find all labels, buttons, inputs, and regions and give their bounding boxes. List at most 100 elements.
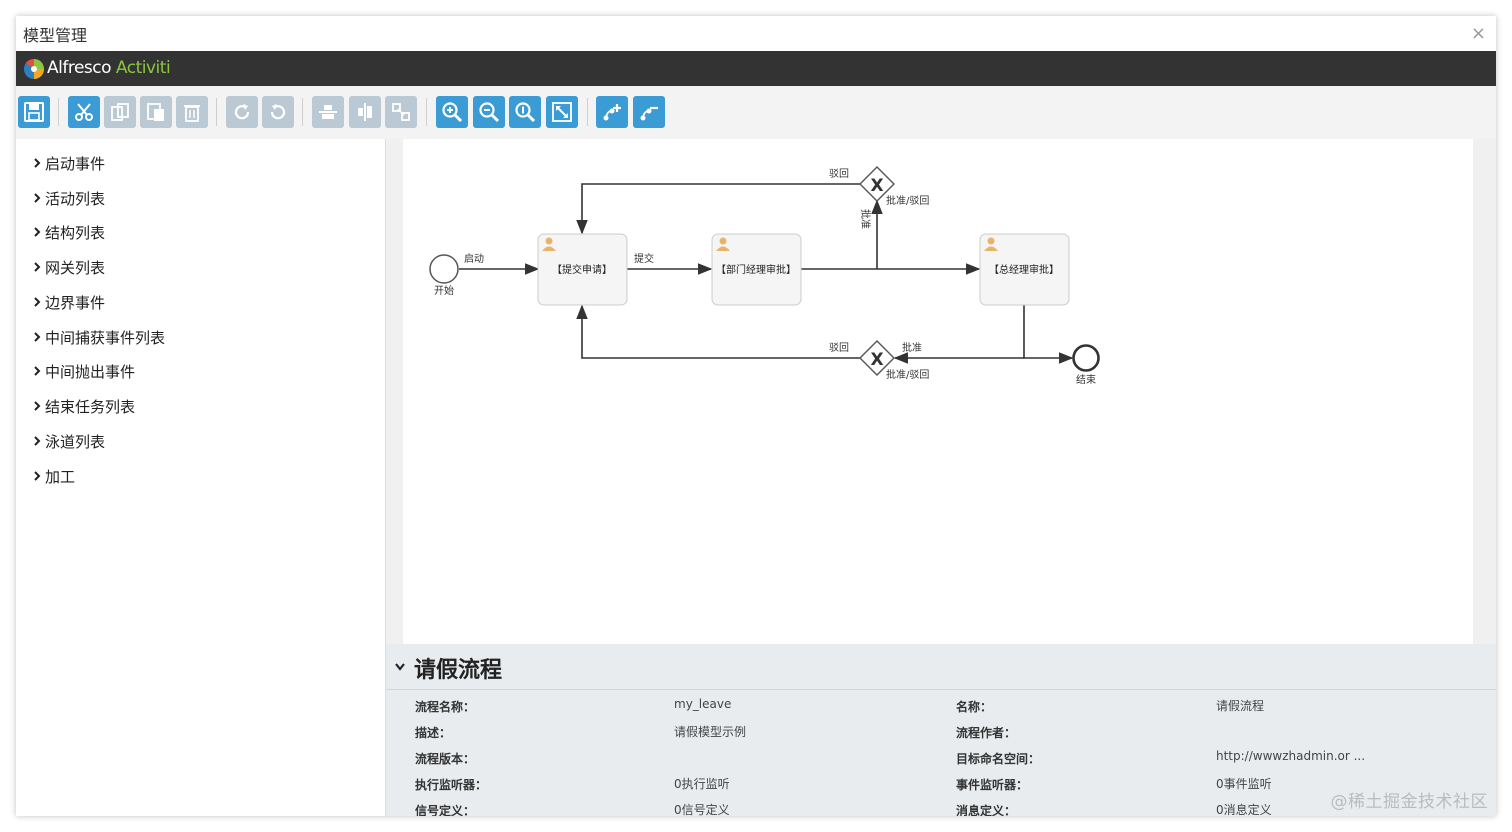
add-bendpoint-button[interactable]: [596, 96, 628, 128]
task-label: 【部门经理审批】: [716, 263, 796, 276]
same-size-button[interactable]: [385, 96, 417, 128]
chevron-right-icon: [34, 436, 41, 446]
zoom-in-button[interactable]: [436, 96, 468, 128]
add-bendpoint-icon: [603, 104, 621, 121]
align-horizontal-button[interactable]: [312, 96, 344, 128]
paste-button[interactable]: [140, 96, 172, 128]
sidebar-item-label: 启动事件: [45, 154, 106, 173]
sidebar-item-label: 结构列表: [45, 223, 106, 242]
sidebar-item-intermediate-throwing[interactable]: 中间抛出事件: [32, 359, 135, 383]
sidebar-item-label: 泳道列表: [45, 432, 106, 451]
chevron-right-icon: [34, 401, 41, 411]
gateway-x-icon: X: [870, 176, 883, 196]
delete-icon: [184, 105, 200, 122]
sidebar-item-label: 边界事件: [45, 293, 106, 312]
property-label: 流程名称：: [415, 700, 476, 714]
sidebar-item-swimlanes[interactable]: 泳道列表: [32, 429, 105, 453]
flow-reject-bottom[interactable]: [576, 304, 860, 359]
zoom-in-icon: [442, 102, 463, 123]
chevron-right-icon: [34, 262, 41, 272]
brand-name-activiti: Activiti: [111, 58, 171, 78]
sidebar-item-label: 中间捕获事件列表: [45, 328, 166, 347]
zoom-fit-button[interactable]: [546, 96, 578, 128]
zoom-out-icon: [479, 102, 500, 123]
properties-header[interactable]: 请假流程: [386, 644, 1496, 690]
window-title: 模型管理: [23, 26, 88, 45]
sidebar-item-start-events[interactable]: 启动事件: [32, 151, 105, 175]
task-submit-application[interactable]: 【提交申请】: [537, 233, 628, 306]
property-value[interactable]: my_leave: [674, 697, 731, 711]
property-value[interactable]: http://wwwzhadmin.or ...: [1216, 749, 1365, 763]
task-general-manager-approval[interactable]: 【总经理审批】: [979, 233, 1070, 306]
sidebar-item-activities[interactable]: 活动列表: [32, 186, 105, 210]
sidebar-item-structural[interactable]: 结构列表: [32, 220, 105, 244]
align-vertical-button[interactable]: [349, 96, 381, 128]
brand-name: Alfresco Activiti: [47, 58, 171, 78]
sidebar-item-label: 中间抛出事件: [45, 362, 136, 381]
sidebar-item-artifacts[interactable]: 加工: [32, 464, 75, 488]
start-event[interactable]: [429, 254, 459, 284]
undo-button[interactable]: [262, 96, 294, 128]
sidebar-item-label: 加工: [45, 467, 76, 486]
delete-button[interactable]: [176, 96, 208, 128]
end-event[interactable]: [1072, 344, 1100, 372]
property-label: 流程作者：: [956, 726, 1017, 740]
flow-label-approve-vertical: 批准: [859, 209, 872, 229]
property-label: 描述：: [415, 726, 452, 740]
gateway-bottom-label: 批准/驳回: [886, 368, 929, 381]
start-event-label: 开始: [434, 284, 454, 297]
property-value[interactable]: 0消息定义: [1216, 801, 1272, 816]
activiti-logo-icon: [24, 59, 44, 79]
chevron-down-icon: [395, 663, 405, 671]
property-value[interactable]: 请假模型示例: [674, 723, 746, 740]
property-label: 目标命名空间：: [956, 752, 1041, 766]
chevron-right-icon: [34, 227, 41, 237]
sidebar-item-label: 网关列表: [45, 258, 106, 277]
sidebar-item-gateways[interactable]: 网关列表: [32, 255, 105, 279]
model-manager-window: 模型管理 × Alfresco Activiti 启动事件 活动列表 结构列表 …: [16, 16, 1496, 816]
property-label: 执行监听器：: [415, 778, 488, 792]
remove-bendpoint-button[interactable]: [633, 96, 665, 128]
chevron-right-icon: [34, 158, 41, 168]
property-label: 名称：: [956, 700, 993, 714]
flow-gm-to-end[interactable]: [1023, 305, 1074, 364]
editor-toolbar: [16, 86, 1496, 140]
sidebar-item-end-events[interactable]: 结束任务列表: [32, 394, 135, 418]
properties-panel: 请假流程 流程名称： my_leave 名称： 请假流程 描述： 请假模型示例 …: [386, 644, 1496, 816]
property-value[interactable]: 0执行监听: [674, 775, 730, 792]
property-value[interactable]: 0信号定义: [674, 801, 730, 816]
copy-button[interactable]: [104, 96, 136, 128]
sidebar-item-label: 活动列表: [45, 189, 106, 208]
property-label: 流程版本：: [415, 752, 476, 766]
palette-sidebar: 启动事件 活动列表 结构列表 网关列表 边界事件 中间捕获事件列表 中间抛出事件: [16, 139, 386, 816]
task-dept-manager-approval[interactable]: 【部门经理审批】: [711, 233, 802, 306]
process-diagram[interactable]: 开始 【提交申请】 【部门经理审批】 【总经理审批】 X X 结束 启动 提交 …: [403, 139, 1473, 644]
copy-icon: [111, 103, 129, 121]
redo-button[interactable]: [226, 96, 258, 128]
chevron-right-icon: [34, 297, 41, 307]
chevron-right-icon: [34, 332, 41, 342]
save-icon: [24, 102, 44, 122]
flow-label-reject-top: 驳回: [829, 168, 849, 180]
sidebar-item-boundary-events[interactable]: 边界事件: [32, 290, 105, 314]
flow-reject-top[interactable]: [576, 183, 860, 235]
close-icon[interactable]: ×: [1471, 25, 1486, 43]
zoom-actual-icon: [515, 102, 536, 123]
align-horizontal-icon: [319, 105, 337, 119]
gateway-x-icon: X: [870, 350, 883, 370]
cut-button[interactable]: [68, 96, 100, 128]
flow-label-start: 启动: [464, 252, 484, 265]
end-event-label: 结束: [1076, 373, 1096, 386]
zoom-actual-button[interactable]: [509, 96, 541, 128]
property-value[interactable]: 0事件监听: [1216, 775, 1272, 792]
property-value[interactable]: 请假流程: [1216, 697, 1264, 714]
property-label: 信号定义：: [415, 804, 476, 816]
zoom-out-button[interactable]: [473, 96, 505, 128]
gateway-top-label: 批准/驳回: [886, 194, 929, 207]
title-bar: 模型管理 ×: [16, 16, 1496, 52]
brand-name-alfresco: Alfresco: [47, 58, 112, 78]
sidebar-item-intermediate-catching[interactable]: 中间捕获事件列表: [32, 325, 165, 349]
save-button[interactable]: [18, 96, 50, 128]
property-label: 事件监听器：: [956, 778, 1029, 792]
process-canvas[interactable]: 开始 【提交申请】 【部门经理审批】 【总经理审批】 X X 结束 启动 提交 …: [403, 139, 1473, 644]
